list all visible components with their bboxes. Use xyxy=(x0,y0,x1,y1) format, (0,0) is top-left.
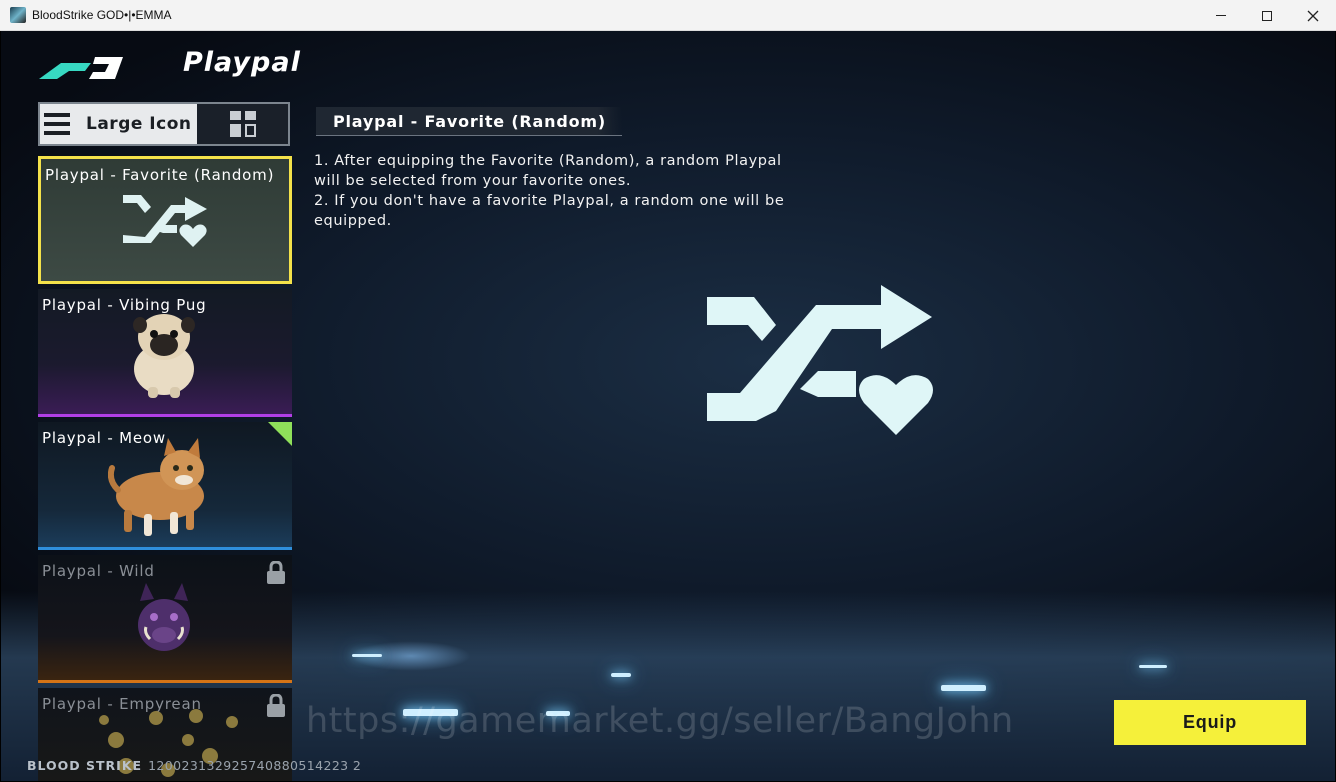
window-title: BloodStrike GOD•|•EMMA xyxy=(32,8,172,22)
large-icon-label: Large Icon xyxy=(86,114,192,134)
page-title: Playpal xyxy=(183,47,301,78)
large-icon-view-button[interactable]: Large Icon xyxy=(40,104,197,144)
playpal-list: Playpal - Favorite (Random) Playpal - Vi… xyxy=(38,156,292,781)
playpal-card-meow[interactable]: Playpal - Meow xyxy=(38,422,292,550)
floor-light xyxy=(1139,665,1167,668)
app-icon xyxy=(10,7,26,23)
lock-icon xyxy=(267,561,285,584)
playpal-name: Playpal - Wild xyxy=(42,562,155,580)
game-viewport: Playpal Large Icon Playpal - Favorite (R… xyxy=(1,31,1335,781)
shuffle-heart-icon xyxy=(123,195,207,247)
window-controls xyxy=(1198,0,1336,31)
detail-description: 1. After equipping the Favorite (Random)… xyxy=(314,151,794,231)
window-titlebar: BloodStrike GOD•|•EMMA xyxy=(0,0,1336,31)
detail-title: Playpal - Favorite (Random) xyxy=(316,107,622,136)
description-line-1: 1. After equipping the Favorite (Random)… xyxy=(314,153,782,189)
footer-id-number: 120023132925740880514223 2 xyxy=(148,758,362,773)
view-toggle: Large Icon xyxy=(38,102,290,146)
playpal-card-vibing-pug[interactable]: Playpal - Vibing Pug xyxy=(38,289,292,417)
cat-icon xyxy=(108,438,204,536)
boar-icon xyxy=(138,583,190,651)
pug-icon xyxy=(133,314,195,398)
new-badge xyxy=(268,422,292,446)
description-line-2: 2. If you don't have a favorite Playpal,… xyxy=(314,193,785,229)
list-view-icon xyxy=(44,113,70,135)
playpal-name: Playpal - Favorite (Random) xyxy=(45,166,275,184)
grid-view-icon xyxy=(229,111,256,137)
watermark-text: https://gamemarket.gg/seller/BangJohn xyxy=(306,701,1014,741)
equip-button[interactable]: Equip xyxy=(1114,700,1306,745)
minimize-button[interactable] xyxy=(1198,0,1244,31)
minimize-icon xyxy=(1216,15,1226,16)
lock-icon xyxy=(267,694,285,717)
maximize-button[interactable] xyxy=(1244,0,1290,31)
close-icon xyxy=(1307,10,1319,21)
maximize-icon xyxy=(1262,10,1272,21)
bloodstrike-logo-icon xyxy=(39,57,123,79)
floor-light xyxy=(941,685,986,691)
playpal-card-wild[interactable]: Playpal - Wild xyxy=(38,555,292,683)
floor-light xyxy=(352,654,382,657)
floor-light xyxy=(611,673,631,677)
footer-user-id: BLOOD STRIKE 120023132925740880514223 2 xyxy=(27,758,361,773)
shuffle-heart-icon-large xyxy=(707,285,933,435)
footer-brand: BLOOD STRIKE xyxy=(27,758,143,773)
grid-view-button[interactable] xyxy=(197,104,288,144)
playpal-card-favorite-random[interactable]: Playpal - Favorite (Random) xyxy=(38,156,292,284)
close-button[interactable] xyxy=(1290,0,1336,31)
